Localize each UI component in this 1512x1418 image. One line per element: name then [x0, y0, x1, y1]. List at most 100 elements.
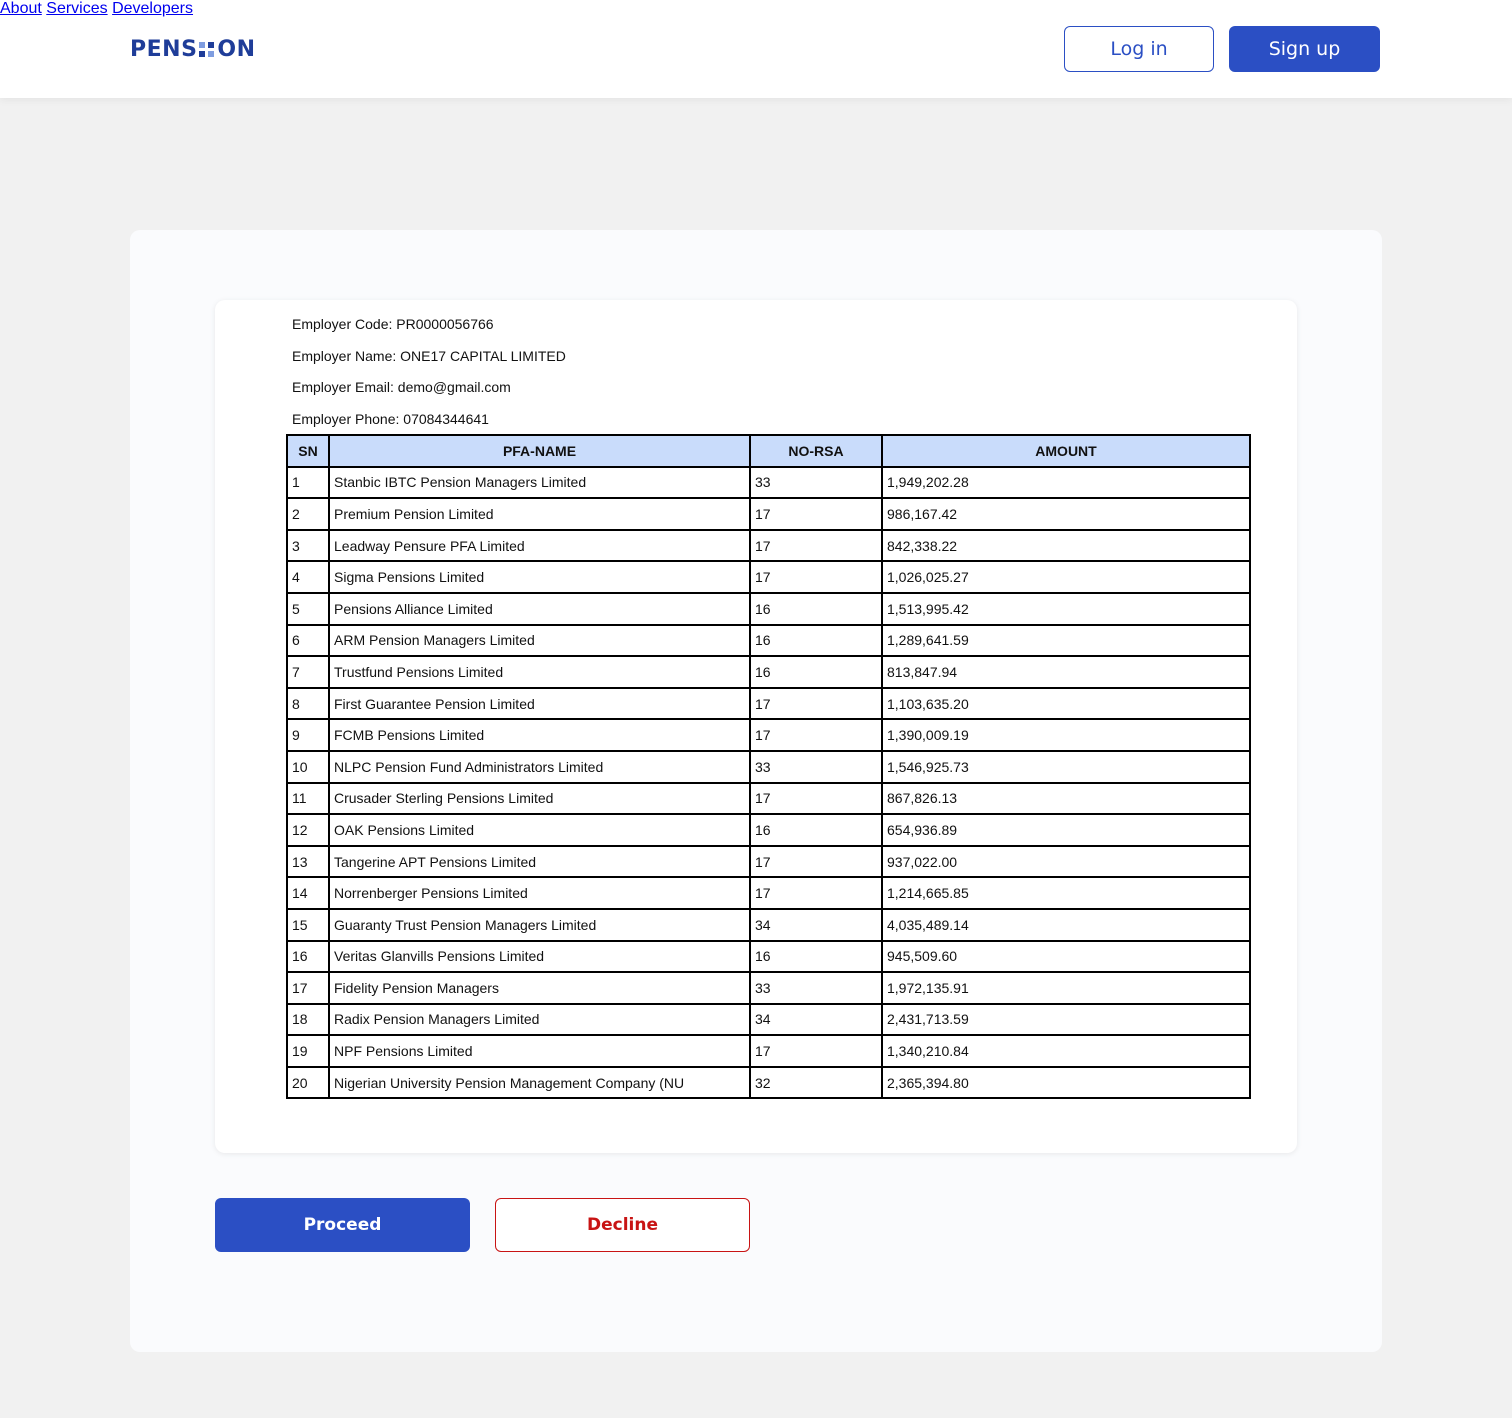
table-row: 18 Radix Pension Managers Limited 34 2,431,…	[286, 1002, 1251, 1037]
table-body: 1 Stanbic IBTC Pension Managers Limited 33…	[286, 465, 1251, 1100]
cell-no-rsa: 32	[749, 1065, 883, 1100]
cell-no-rsa: 17	[749, 844, 883, 879]
cell-no-rsa: 16	[749, 939, 883, 974]
cell-no-rsa: 33	[749, 465, 883, 500]
column-header-sn: SN	[286, 434, 330, 468]
cell-amount: 842,338.22	[881, 528, 1251, 563]
proceed-button[interactable]: Proceed	[215, 1198, 470, 1252]
top-navbar: PENS ON About Services Developers Log in…	[0, 0, 1512, 98]
table-row: 6 ARM Pension Managers Limited 16 1,289,641…	[286, 623, 1251, 658]
logo-dots-icon	[199, 41, 215, 57]
cell-no-rsa: 17	[749, 1034, 883, 1068]
table-row: 13 Tangerine APT Pensions Limited 17 937,02…	[286, 844, 1251, 879]
cell-amount: 813,847.94	[881, 655, 1251, 689]
cell-amount: 1,214,665.85	[881, 876, 1251, 910]
cell-pfa-name: Stanbic IBTC Pension Managers Limited	[328, 465, 751, 500]
cell-sn: 9	[286, 718, 330, 752]
cell-amount: 1,972,135.91	[881, 971, 1251, 1005]
cell-sn: 4	[286, 560, 330, 594]
cell-no-rsa: 17	[749, 560, 883, 594]
cell-no-rsa: 16	[749, 813, 883, 847]
cell-pfa-name: Norrenberger Pensions Limited	[328, 876, 751, 910]
cell-sn: 6	[286, 623, 330, 658]
cell-no-rsa: 17	[749, 876, 883, 910]
employer-email: Employer Email: demo@gmail.com	[292, 379, 511, 395]
cell-sn: 3	[286, 528, 330, 563]
table-row: 20 Nigerian University Pension Management…	[286, 1065, 1251, 1100]
cell-sn: 15	[286, 907, 330, 942]
cell-sn: 7	[286, 655, 330, 689]
cell-amount: 937,022.00	[881, 844, 1251, 879]
cell-sn: 17	[286, 971, 330, 1005]
cell-pfa-name: NPF Pensions Limited	[328, 1034, 751, 1068]
cell-sn: 1	[286, 465, 330, 500]
pfa-table: SN PFA-NAME NO-RSA AMOUNT 1 Stanbic IBTC …	[286, 434, 1251, 1100]
table-header-row: SN PFA-NAME NO-RSA AMOUNT	[286, 434, 1251, 468]
nav-link-developers[interactable]: Developers	[112, 0, 193, 17]
main-panel: Employer Code: PR0000056766 Employer Nam…	[130, 230, 1382, 1352]
cell-no-rsa: 17	[749, 781, 883, 816]
cell-no-rsa: 16	[749, 655, 883, 689]
pension-logo[interactable]: PENS ON	[130, 34, 256, 64]
cell-amount: 4,035,489.14	[881, 907, 1251, 942]
cell-pfa-name: Leadway Pensure PFA Limited	[328, 528, 751, 563]
cell-sn: 20	[286, 1065, 330, 1100]
cell-sn: 18	[286, 1002, 330, 1037]
cell-sn: 19	[286, 1034, 330, 1068]
cell-amount: 867,826.13	[881, 781, 1251, 816]
cell-amount: 1,513,995.42	[881, 591, 1251, 626]
table-row: 5 Pensions Alliance Limited 16 1,513,995.42	[286, 591, 1251, 626]
table-row: 1 Stanbic IBTC Pension Managers Limited 33…	[286, 465, 1251, 500]
nav-link-services[interactable]: Services	[46, 0, 107, 17]
cell-sn: 11	[286, 781, 330, 816]
cell-amount: 2,365,394.80	[881, 1065, 1251, 1100]
logo-text-right: ON	[217, 36, 256, 62]
table-row: 16 Veritas Glanvills Pensions Limited 16 94…	[286, 939, 1251, 974]
table-row: 15 Guaranty Trust Pension Managers Limite…	[286, 907, 1251, 942]
cell-no-rsa: 33	[749, 971, 883, 1005]
cell-amount: 654,936.89	[881, 813, 1251, 847]
table-row: 8 First Guarantee Pension Limited 17 1,103,…	[286, 686, 1251, 721]
column-header-pfa-name: PFA-NAME	[328, 434, 751, 468]
employer-info: Employer Code: PR0000056766 Employer Nam…	[292, 316, 566, 442]
cell-amount: 1,026,025.27	[881, 560, 1251, 594]
cell-no-rsa: 34	[749, 1002, 883, 1037]
table-row: 19 NPF Pensions Limited 17 1,340,210.84	[286, 1034, 1251, 1068]
cell-pfa-name: Guaranty Trust Pension Managers Limited	[328, 907, 751, 942]
cell-no-rsa: 34	[749, 907, 883, 942]
table-row: 7 Trustfund Pensions Limited 16 813,847.94	[286, 655, 1251, 689]
cell-pfa-name: Tangerine APT Pensions Limited	[328, 844, 751, 879]
cell-pfa-name: FCMB Pensions Limited	[328, 718, 751, 752]
schedule-document-preview: Employer Code: PR0000056766 Employer Nam…	[215, 300, 1297, 1153]
cell-pfa-name: Crusader Sterling Pensions Limited	[328, 781, 751, 816]
table-row: 2 Premium Pension Limited 17 986,167.42	[286, 497, 1251, 531]
signup-button[interactable]: Sign up	[1229, 26, 1380, 72]
cell-no-rsa: 17	[749, 528, 883, 563]
cell-pfa-name: Sigma Pensions Limited	[328, 560, 751, 594]
column-header-no-rsa: NO-RSA	[749, 434, 883, 468]
cell-amount: 1,103,635.20	[881, 686, 1251, 721]
login-button[interactable]: Log in	[1064, 26, 1214, 72]
cell-pfa-name: Nigerian University Pension Management C…	[328, 1065, 751, 1100]
decline-button[interactable]: Decline	[495, 1198, 750, 1252]
employer-name: Employer Name: ONE17 CAPITAL LIMITED	[292, 347, 566, 364]
cell-amount: 1,390,009.19	[881, 718, 1251, 752]
cell-no-rsa: 17	[749, 718, 883, 752]
logo-text-left: PENS	[130, 36, 198, 62]
cell-no-rsa: 17	[749, 686, 883, 721]
cell-amount: 1,546,925.73	[881, 749, 1251, 784]
cell-sn: 16	[286, 939, 330, 974]
nav-link-about[interactable]: About	[0, 0, 42, 17]
cell-no-rsa: 33	[749, 749, 883, 784]
table-row: 3 Leadway Pensure PFA Limited 17 842,338.22	[286, 528, 1251, 563]
cell-sn: 10	[286, 749, 330, 784]
table-row: 9 FCMB Pensions Limited 17 1,390,009.19	[286, 718, 1251, 752]
cell-no-rsa: 16	[749, 591, 883, 626]
cell-amount: 1,949,202.28	[881, 465, 1251, 500]
cell-sn: 8	[286, 686, 330, 721]
cell-amount: 986,167.42	[881, 497, 1251, 531]
table-row: 10 NLPC Pension Fund Administrators Limit…	[286, 749, 1251, 784]
cell-sn: 13	[286, 844, 330, 879]
cell-pfa-name: Premium Pension Limited	[328, 497, 751, 531]
table-row: 14 Norrenberger Pensions Limited 17 1,214,6…	[286, 876, 1251, 910]
